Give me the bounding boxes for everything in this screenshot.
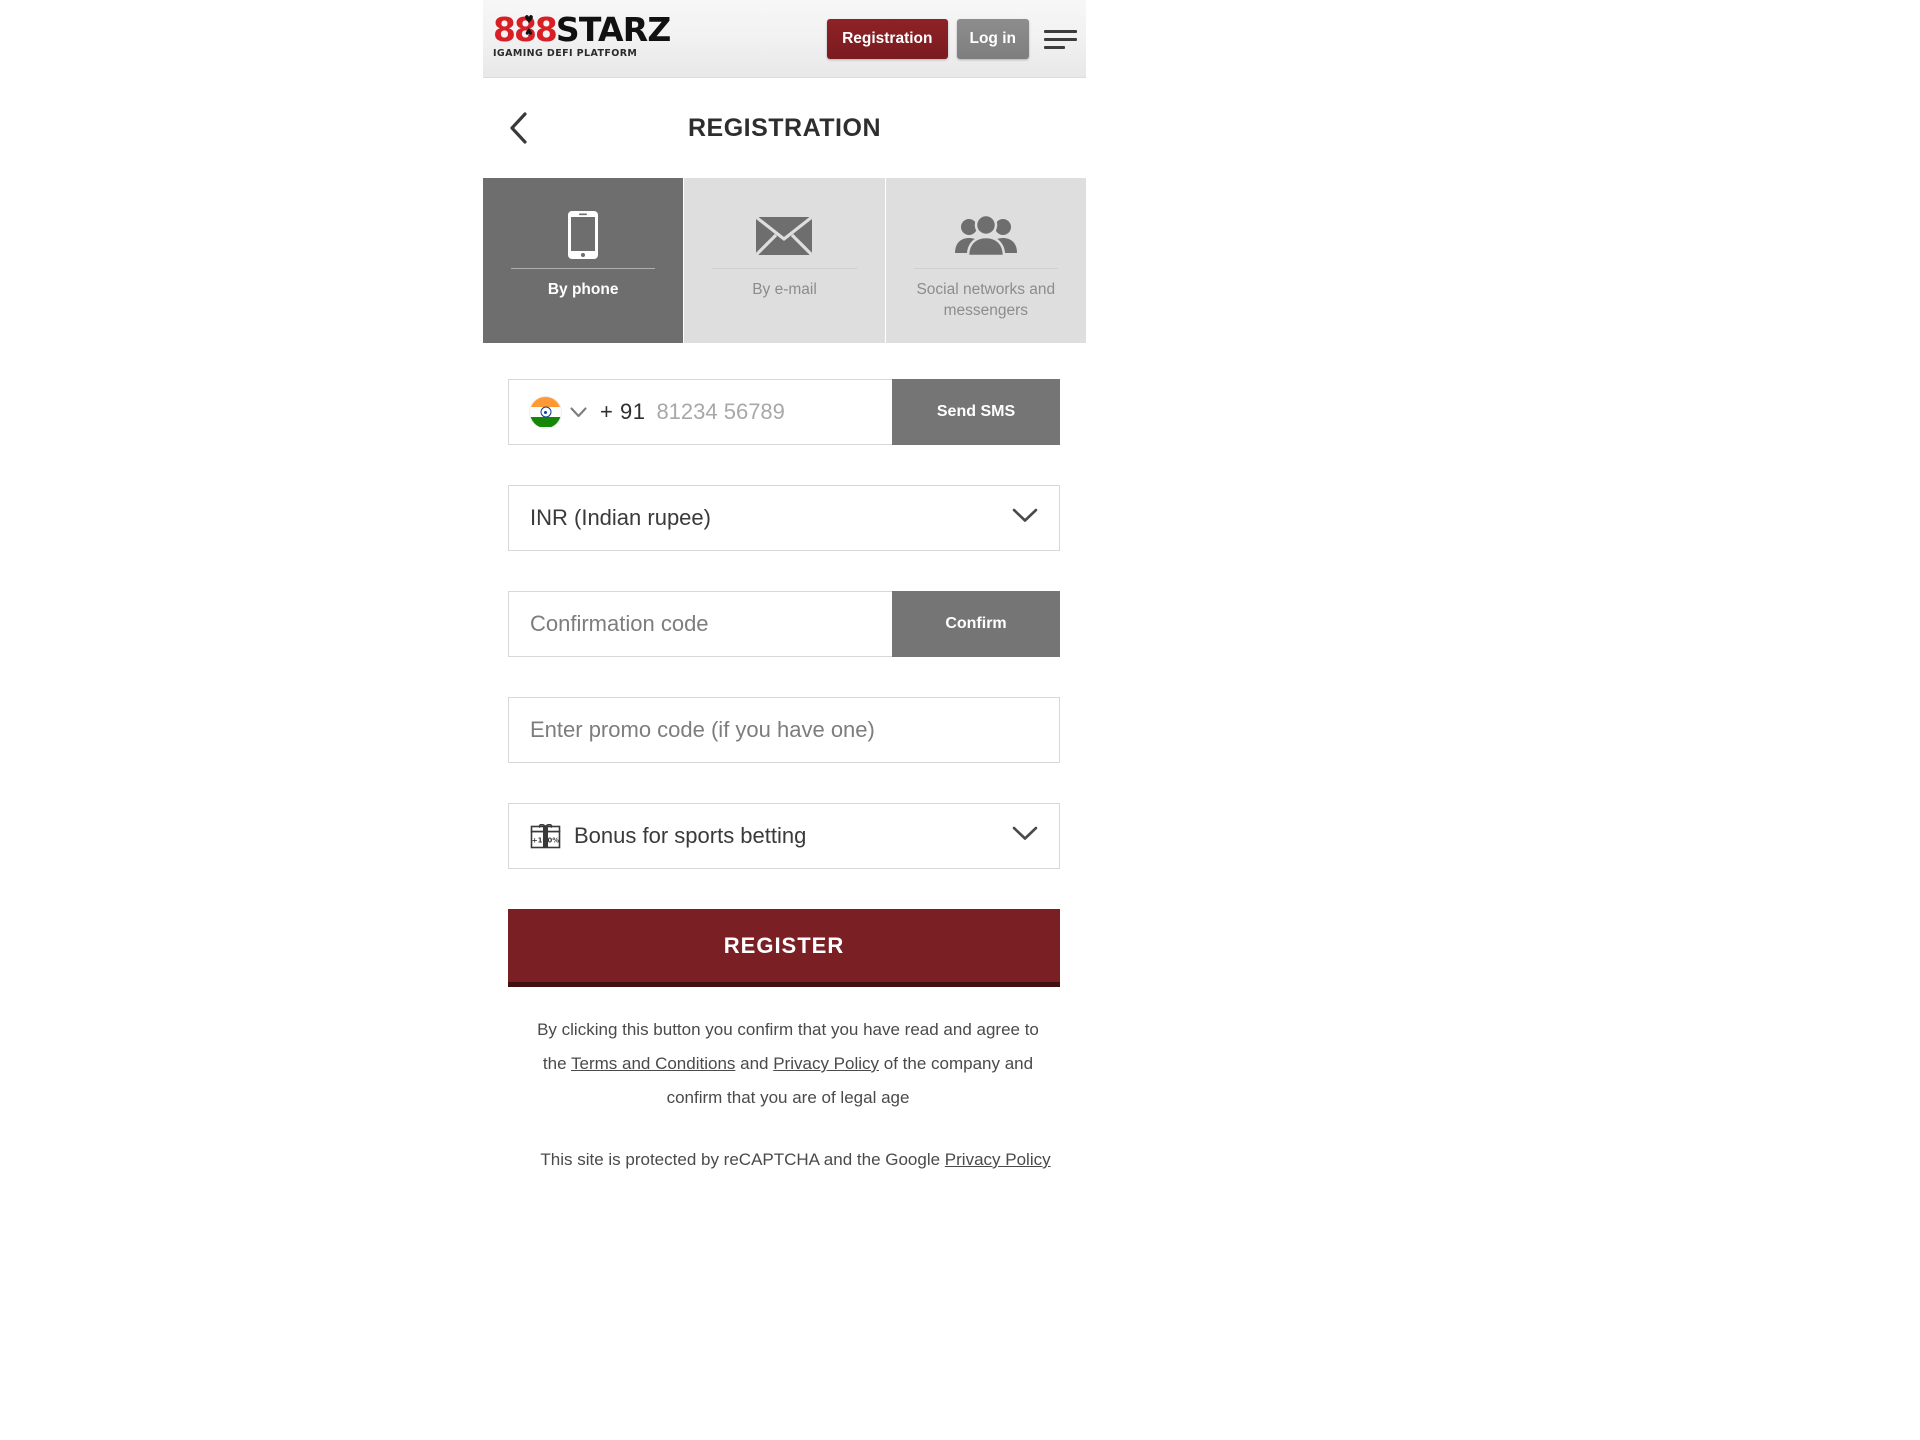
tab-by-email-label: By e-mail [752,281,817,298]
currency-select[interactable]: INR (Indian rupee) [508,485,1060,551]
logo-tagline: iGaming DeFi Platform [493,48,638,59]
tab-by-phone-label: By phone [547,281,619,298]
people-group-icon [954,204,1018,266]
site-header: 888 ♥ ♠ STARZ iGaming DeFi Platform Regi… [483,0,1086,78]
spade-suit-icon: ♠ [524,26,534,39]
legal-line-2-suffix: of the company and [879,1054,1034,1073]
recaptcha-privacy-policy-link[interactable]: Privacy Policy [945,1150,1051,1169]
tab-social-networks-label: Social networks and messengers [916,281,1056,319]
india-flag-icon[interactable] [530,396,561,428]
mobile-phone-icon [566,204,600,266]
legal-disclaimer: By clicking this button you confirm that… [508,1013,1068,1115]
screenshot-root: 888 ♥ ♠ STARZ iGaming DeFi Platform Regi… [0,0,1920,1440]
recaptcha-notice: This site is protected by reCAPTCHA and … [508,1143,1083,1177]
header-actions: Registration Log in [827,0,1078,78]
registration-form: + 91 81234 56789 Send SMS INR (Indian ru… [483,343,1086,1177]
tab-divider [511,268,656,269]
page-titlebar: REGISTRATION [483,78,1086,178]
country-dial-code: + 91 [600,399,646,424]
promo-code-row: Enter promo code (if you have one) [508,697,1060,763]
confirmation-code-row: Confirmation code Confirm [508,591,1060,657]
hamburger-menu-icon[interactable] [1044,26,1078,52]
send-sms-button[interactable]: Send SMS [892,379,1060,445]
gift-box-icon: +100% [530,823,561,849]
tab-by-phone[interactable]: By phone [483,178,685,343]
legal-line-1: By clicking this button you confirm that… [537,1020,1039,1039]
privacy-policy-link[interactable]: Privacy Policy [773,1054,879,1073]
bonus-select[interactable]: +100% Bonus for sports betting [508,803,1060,869]
currency-select-value: INR (Indian rupee) [530,505,711,530]
recaptcha-text: This site is protected by reCAPTCHA and … [540,1150,945,1169]
envelope-icon [755,204,814,266]
tab-divider [712,268,857,269]
logo-digits: 888 ♥ ♠ [493,13,558,47]
chevron-left-icon[interactable] [501,111,535,145]
country-chevron-down-icon[interactable] [570,406,587,418]
bonus-chevron-down-icon[interactable] [1012,826,1038,846]
mobile-viewport: 888 ♥ ♠ STARZ iGaming DeFi Platform Regi… [483,0,1086,1440]
bonus-select-value-wrap: +100% Bonus for sports betting [530,823,806,849]
currency-chevron-down-icon[interactable] [1012,508,1038,528]
logo-word: STARZ [555,10,671,49]
heart-suit-icon: ♥ [524,13,534,26]
svg-text:+100%: +100% [532,836,560,844]
tab-divider [913,268,1058,269]
phone-number-row: + 91 81234 56789 Send SMS [508,379,1060,445]
tab-social-networks[interactable]: Social networks and messengers [885,178,1086,343]
bonus-select-value: Bonus for sports betting [574,823,807,848]
brand-logo[interactable]: 888 ♥ ♠ STARZ iGaming DeFi Platform [493,13,671,60]
legal-line-2-prefix: the [542,1054,571,1073]
page-title: REGISTRATION [687,113,882,142]
register-button[interactable]: REGISTER [508,909,1060,987]
legal-line-2-mid: and [735,1054,774,1073]
registration-method-tabs: By phone By e-mail Social networks and m… [483,178,1086,343]
registration-button[interactable]: Registration [827,19,948,59]
confirmation-code-input[interactable]: Confirmation code [509,592,892,656]
login-button[interactable]: Log in [956,19,1029,59]
tab-by-email[interactable]: By e-mail [684,178,886,343]
legal-line-3: confirm that you are of legal age [666,1088,910,1107]
logo-wordmark: 888 ♥ ♠ STARZ [493,13,671,47]
confirm-button[interactable]: Confirm [892,591,1060,657]
promo-code-input[interactable]: Enter promo code (if you have one) [509,698,1059,762]
terms-and-conditions-link[interactable]: Terms and Conditions [571,1054,735,1073]
phone-number-input[interactable]: 81234 56789 [656,399,784,425]
phone-input-area[interactable]: + 91 81234 56789 [509,380,892,444]
